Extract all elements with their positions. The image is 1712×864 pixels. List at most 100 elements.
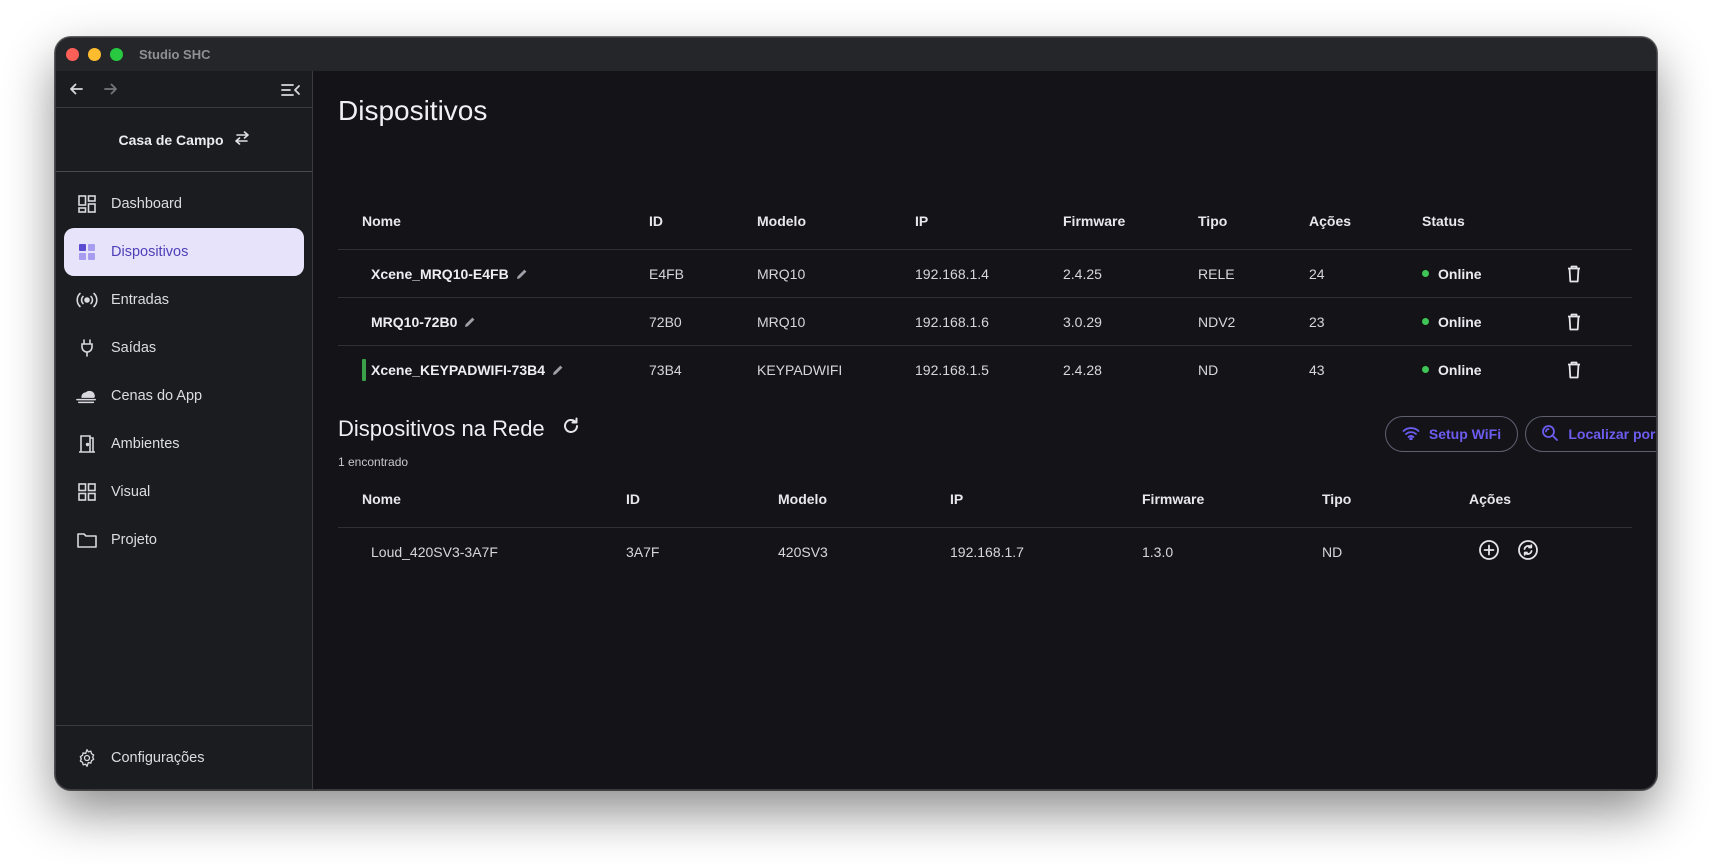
sidebar-item-dashboard[interactable]: Dashboard [64, 180, 304, 228]
status-text: Online [1438, 265, 1482, 282]
gear-icon [76, 747, 98, 769]
devices-table-header: Nome ID Modelo IP Firmware Tipo Ações St… [338, 193, 1632, 249]
sidebar-item-label: Visual [111, 484, 151, 500]
column-header[interactable]: ID [626, 471, 640, 527]
sidebar-item-label: Saídas [111, 340, 157, 356]
zoom-window-button[interactable] [110, 48, 123, 61]
status-badge: Online [1422, 298, 1482, 345]
title-bar: Studio SHC [56, 38, 1656, 71]
device-name-text: Xcene_KEYPADWIFI-73B4 [371, 361, 546, 378]
network-title-text: Dispositivos na Rede [338, 416, 545, 441]
column-header[interactable]: Nome [362, 471, 401, 527]
app-window: Studio SHC Casa de Campo Dashboard Dispo… [55, 37, 1657, 790]
table-row[interactable]: Loud_420SV3-3A7F 3A7F 420SV3 192.168.1.7… [338, 527, 1632, 575]
swap-icon [234, 131, 250, 148]
history-navigation [56, 71, 312, 108]
row-action-icons [1478, 539, 1539, 564]
device-type: NDV2 [1198, 313, 1236, 330]
column-header[interactable]: Status [1422, 193, 1465, 249]
sidebar-item-cenas-do-app[interactable]: Cenas do App [64, 372, 304, 420]
close-window-button[interactable] [66, 48, 79, 61]
column-header[interactable]: IP [950, 471, 963, 527]
network-device-type: ND [1322, 543, 1343, 560]
online-dot-icon [1422, 270, 1429, 277]
status-badge: Online [1422, 250, 1482, 297]
sidebar-item-saidas[interactable]: Saídas [64, 324, 304, 372]
minimize-window-button[interactable] [88, 48, 101, 61]
column-header[interactable]: Tipo [1322, 471, 1351, 527]
status-badge: Online [1422, 346, 1482, 393]
delete-trash-icon[interactable] [1567, 298, 1581, 345]
folder-icon [76, 529, 98, 551]
sidebar: Casa de Campo Dashboard Dispositivos Ent… [56, 71, 313, 789]
table-row[interactable]: MRQ10-72B0 72B0 MRQ10 192.168.1.6 3.0.29… [338, 297, 1632, 345]
edit-pencil-icon[interactable] [552, 364, 564, 376]
network-device-id: 3A7F [626, 543, 660, 560]
device-id: 72B0 [649, 313, 682, 330]
device-firmware: 3.0.29 [1063, 313, 1102, 330]
edit-pencil-icon[interactable] [464, 316, 476, 328]
edit-pencil-icon[interactable] [516, 268, 528, 280]
device-ip: 192.168.1.5 [915, 361, 989, 378]
device-firmware: 2.4.25 [1063, 265, 1102, 282]
network-device-firmware: 1.3.0 [1142, 543, 1174, 560]
sidebar-item-visual[interactable]: Visual [64, 468, 304, 516]
locate-by-ip-button[interactable]: Localizar por IP [1525, 416, 1656, 452]
sidebar-item-projeto[interactable]: Projeto [64, 516, 304, 564]
column-header[interactable]: Firmware [1142, 471, 1204, 527]
page-title: Dispositivos [338, 95, 488, 126]
delete-trash-icon[interactable] [1567, 346, 1581, 393]
delete-trash-icon[interactable] [1567, 250, 1581, 297]
collapse-sidebar-icon[interactable] [280, 79, 302, 101]
device-name: MRQ10-72B0 [371, 298, 476, 345]
wifi-icon [1402, 426, 1420, 443]
column-header[interactable]: Modelo [778, 471, 827, 527]
sidebar-item-configuracoes[interactable]: Configurações [56, 725, 312, 789]
column-header[interactable]: Modelo [757, 193, 806, 249]
sidebar-item-entradas[interactable]: Entradas [64, 276, 304, 324]
search-radar-icon [1541, 424, 1559, 445]
device-name: Xcene_KEYPADWIFI-73B4 [371, 346, 564, 393]
device-actions-count: 23 [1309, 313, 1325, 330]
network-devices-table: Nome ID Modelo IP Firmware Tipo Ações Lo… [338, 471, 1632, 575]
window-title: Studio SHC [139, 47, 211, 62]
device-firmware: 2.4.28 [1063, 361, 1102, 378]
network-table-header: Nome ID Modelo IP Firmware Tipo Ações [338, 471, 1632, 527]
rooms-icon [76, 433, 98, 455]
table-row[interactable]: Xcene_MRQ10-E4FB E4FB MRQ10 192.168.1.4 … [338, 249, 1632, 297]
online-dot-icon [1422, 318, 1429, 325]
sidebar-item-label: Cenas do App [111, 388, 203, 404]
column-header[interactable]: Ações [1469, 471, 1511, 527]
plug-icon [76, 337, 98, 359]
sync-circle-icon[interactable] [1517, 539, 1539, 564]
column-header[interactable]: IP [915, 193, 928, 249]
device-name-text: Xcene_MRQ10-E4FB [371, 265, 509, 282]
locate-by-ip-label: Localizar por IP [1568, 426, 1656, 442]
refresh-icon[interactable] [561, 416, 581, 442]
sidebar-item-ambientes[interactable]: Ambientes [64, 420, 304, 468]
sidebar-item-label: Ambientes [111, 436, 180, 452]
column-header[interactable]: Nome [362, 193, 401, 249]
table-row[interactable]: Xcene_KEYPADWIFI-73B4 73B4 KEYPADWIFI 19… [338, 345, 1632, 393]
device-actions-count: 24 [1309, 265, 1325, 282]
network-device-model: 420SV3 [778, 543, 828, 560]
back-arrow-icon[interactable] [66, 79, 86, 99]
network-device-ip: 192.168.1.7 [950, 543, 1024, 560]
sidebar-item-label: Dispositivos [111, 244, 189, 260]
add-circle-icon[interactable] [1478, 539, 1500, 564]
column-header[interactable]: Firmware [1063, 193, 1125, 249]
project-name: Casa de Campo [118, 131, 224, 148]
network-section-title: Dispositivos na Rede [338, 416, 581, 442]
device-model: MRQ10 [757, 265, 806, 282]
column-header[interactable]: Tipo [1198, 193, 1227, 249]
column-header[interactable]: ID [649, 193, 663, 249]
devices-icon [76, 241, 98, 263]
network-device-name: Loud_420SV3-3A7F [371, 543, 498, 560]
sidebar-item-dispositivos[interactable]: Dispositivos [64, 228, 304, 276]
forward-arrow-icon[interactable] [101, 79, 121, 99]
settings-label: Configurações [111, 749, 205, 766]
setup-wifi-button[interactable]: Setup WiFi [1385, 416, 1518, 452]
project-switcher[interactable]: Casa de Campo [56, 108, 312, 172]
column-header[interactable]: Ações [1309, 193, 1351, 249]
online-dot-icon [1422, 366, 1429, 373]
